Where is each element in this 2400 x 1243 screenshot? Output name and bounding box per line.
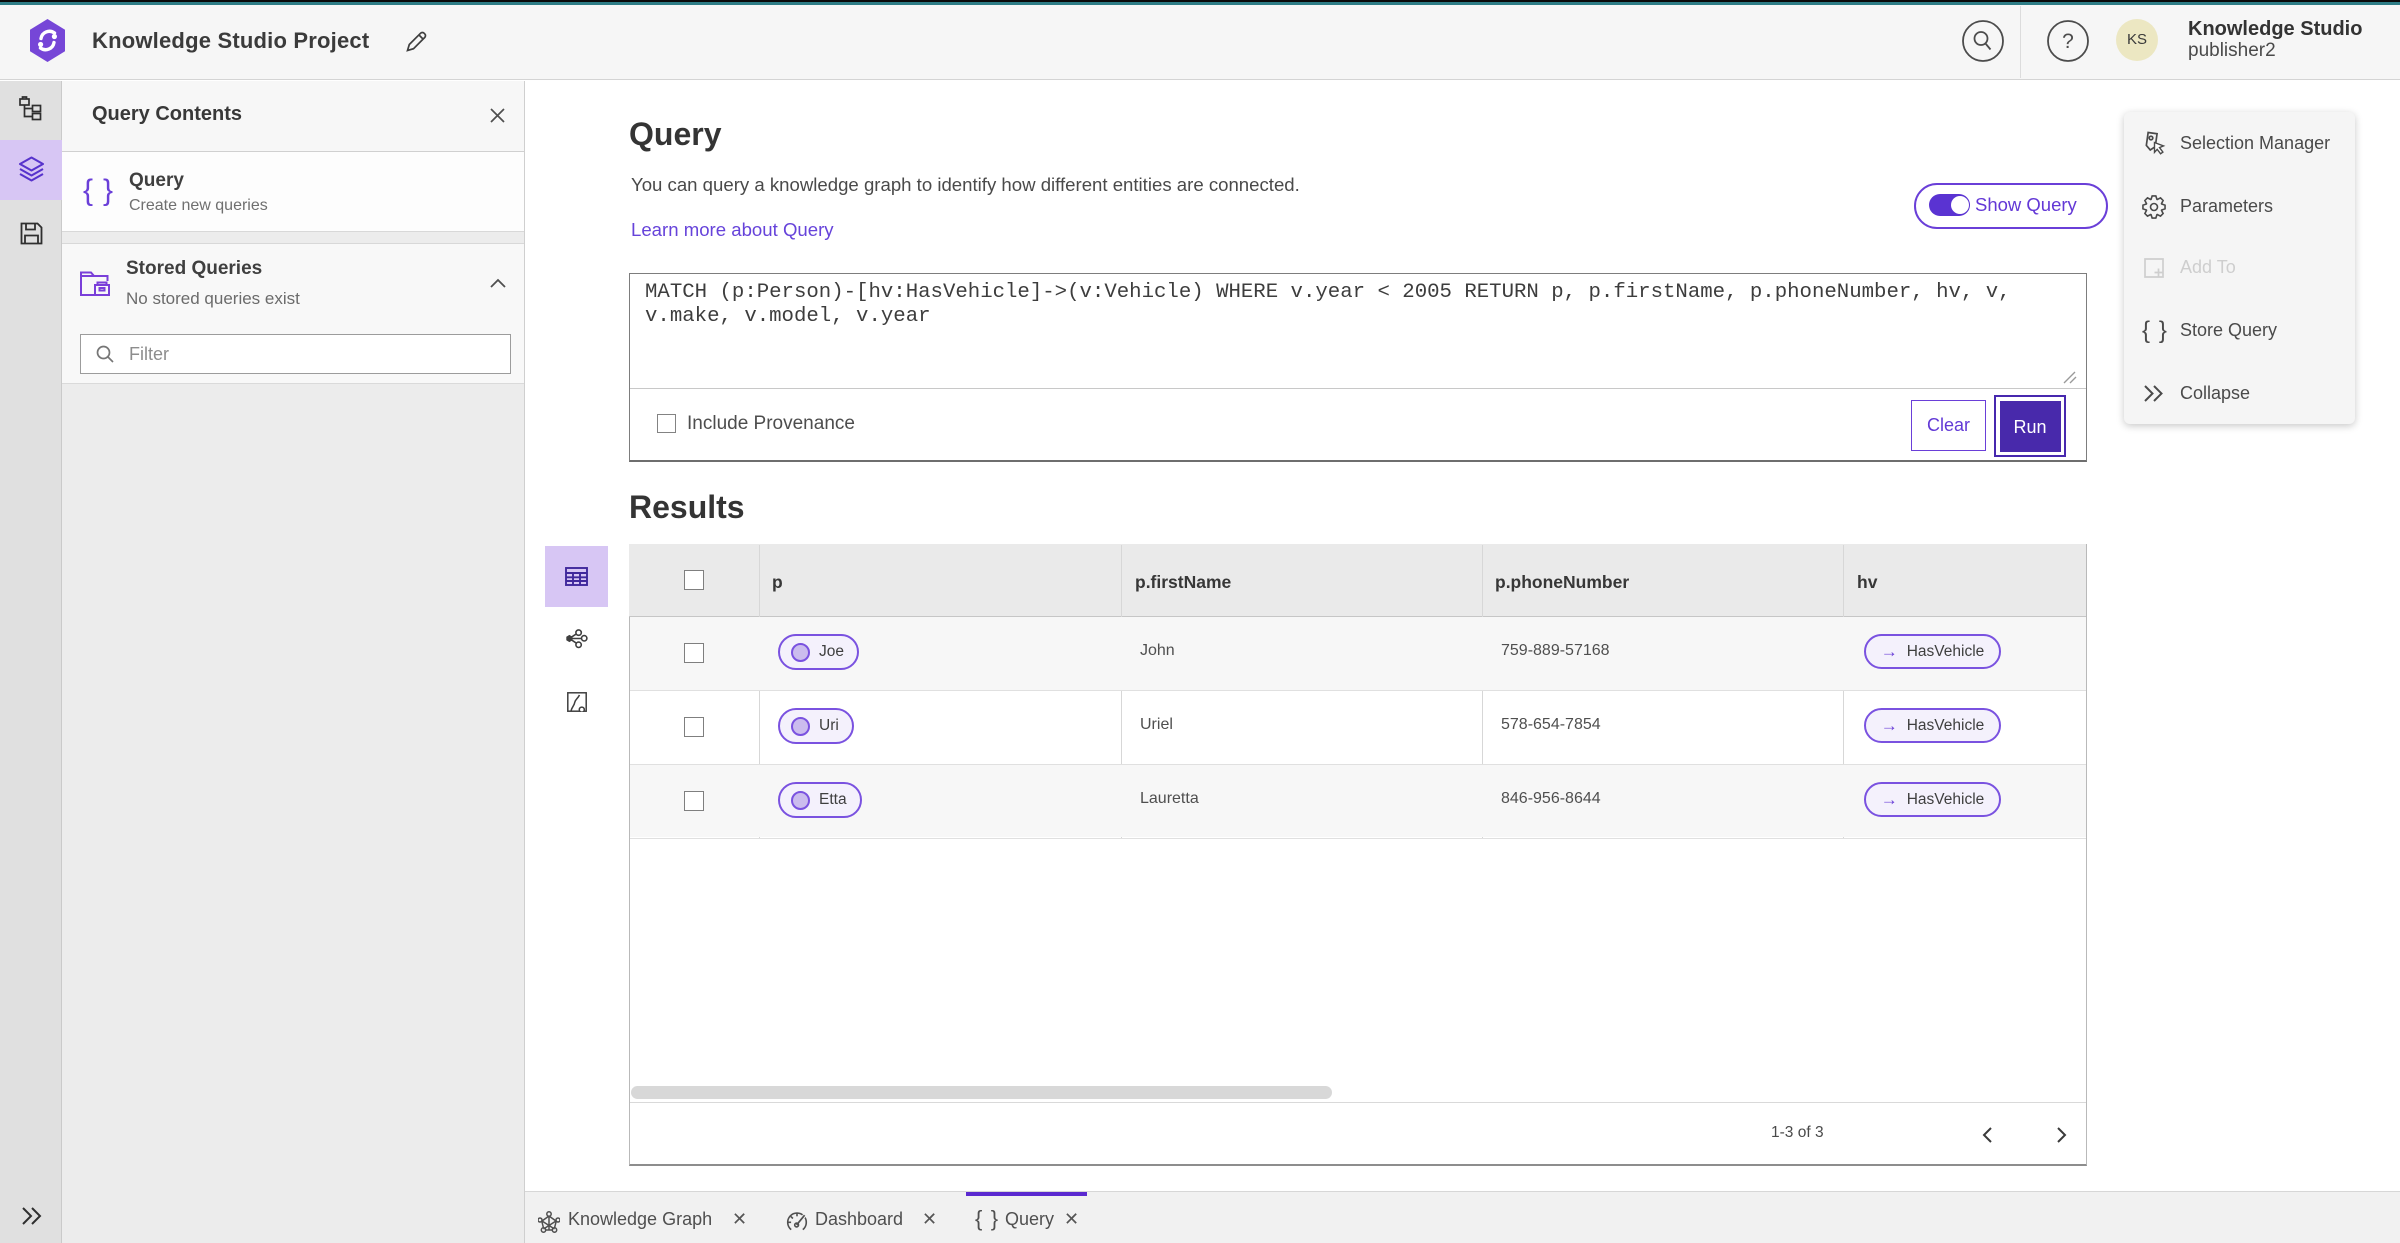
svg-text:?: ? (2062, 30, 2074, 53)
